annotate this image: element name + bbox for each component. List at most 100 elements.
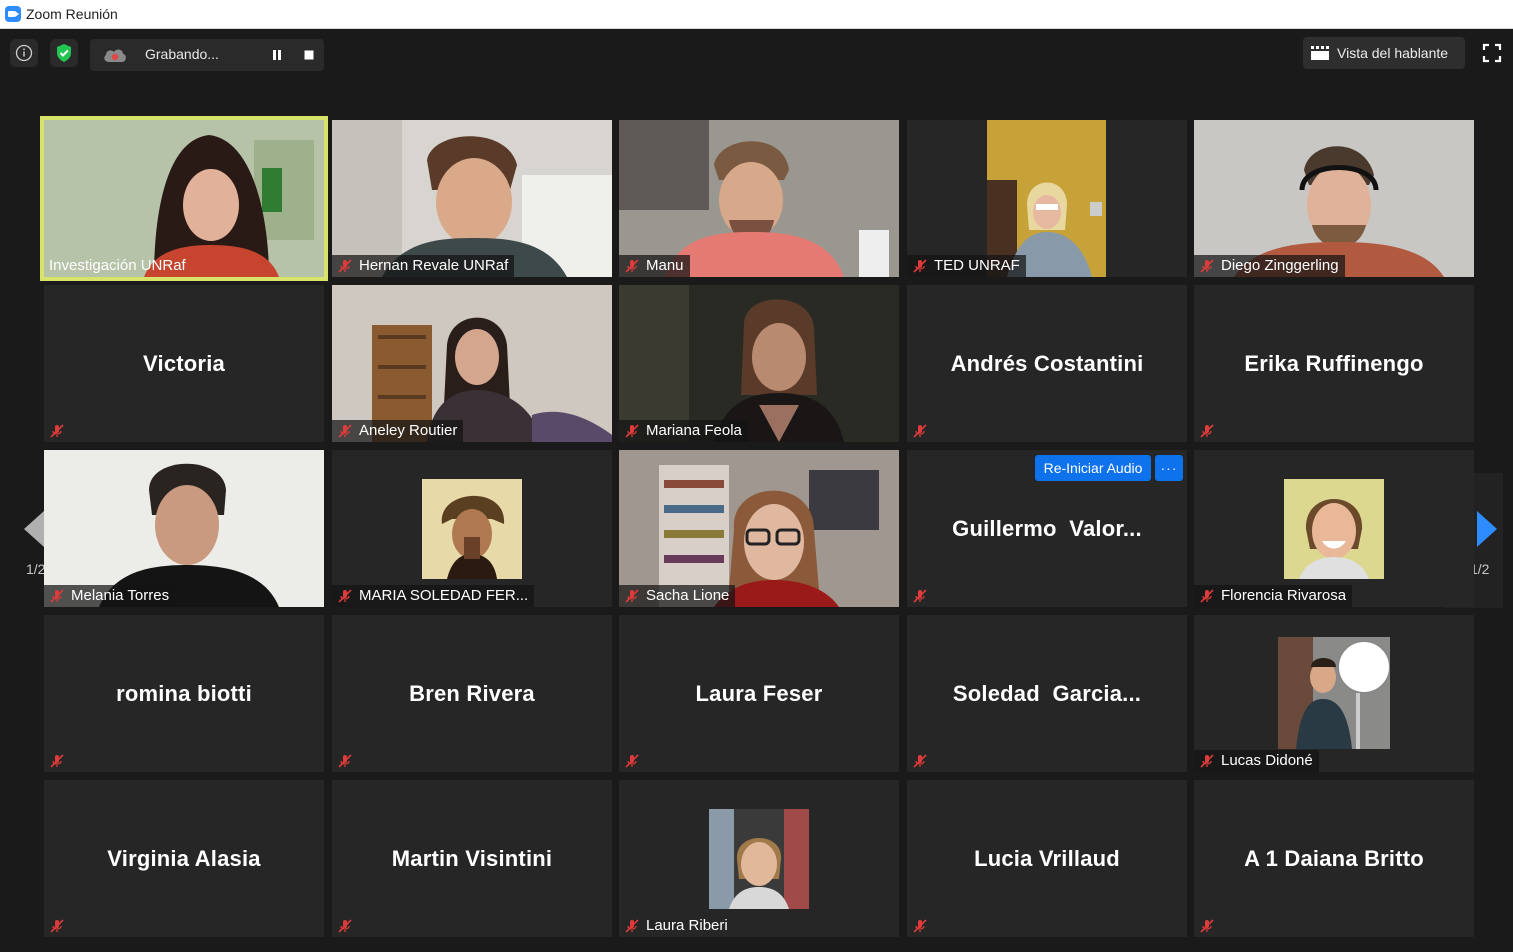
participant-video: [619, 450, 899, 607]
participant-video: [44, 450, 324, 607]
recording-indicator: Grabando...: [90, 39, 324, 71]
participant-name-tag: TED UNRAF: [907, 255, 1026, 277]
speaker-view-button[interactable]: Vista del hablante: [1303, 37, 1465, 69]
participant-display-name: Guillermo Valor...: [952, 515, 1142, 541]
participant-name-tag: Sacha Lione: [619, 585, 736, 607]
participant-name-tag: [332, 750, 365, 772]
participant-name-tag: [332, 915, 365, 937]
participant-tile[interactable]: Sacha Lione: [619, 450, 899, 607]
participant-tile[interactable]: Manu: [619, 120, 899, 277]
participant-display-name: Erika Ruffinengo: [1244, 350, 1424, 376]
participant-name-tag: Diego Zinggerling: [1194, 255, 1345, 277]
participant-name-tag: [44, 915, 77, 937]
pause-recording-button[interactable]: [266, 45, 288, 65]
participant-name: Manu: [646, 257, 684, 274]
participant-tile[interactable]: Re-Iniciar Audio ··· Guillermo Valor...: [907, 450, 1187, 607]
participant-video: [332, 120, 612, 277]
participant-video: [619, 120, 899, 277]
mic-muted-icon: [625, 424, 639, 438]
participant-name-tag: Florencia Rivarosa: [1194, 585, 1353, 607]
participant-display-name: Andrés Costantini: [950, 350, 1144, 376]
stop-recording-button[interactable]: [298, 45, 320, 65]
speaker-view-icon: [1311, 46, 1329, 60]
participant-name: Diego Zinggerling: [1221, 257, 1339, 274]
participant-tile[interactable]: Lucia Vrillaud: [907, 780, 1187, 937]
participant-tile[interactable]: Hernan Revale UNRaf: [332, 120, 612, 277]
mic-muted-icon: [625, 259, 639, 273]
participant-display-name: Laura Feser: [695, 680, 823, 706]
participant-name-tag: Mariana Feola: [619, 420, 748, 442]
recording-label: Grabando...: [145, 46, 219, 62]
participant-tile[interactable]: Laura Riberi: [619, 780, 899, 937]
mic-muted-icon: [913, 259, 927, 273]
stop-icon: [304, 50, 314, 60]
mic-muted-icon: [913, 424, 927, 438]
participant-name-tag: Investigación UNRaf: [44, 255, 192, 277]
participant-tile[interactable]: Andrés Costantini: [907, 285, 1187, 442]
meeting-top-bar: Grabando... Vista del hablante: [0, 29, 1513, 81]
participant-name-tag: [907, 915, 940, 937]
mic-muted-icon: [1200, 754, 1214, 768]
participant-name-tag: [907, 750, 940, 772]
window-title: Zoom Reunión: [26, 6, 118, 22]
meeting-info-button[interactable]: [10, 39, 38, 67]
participant-tile[interactable]: A 1 Daiana Britto: [1194, 780, 1474, 937]
participant-name: Sacha Lione: [646, 587, 730, 604]
participant-tile[interactable]: TED UNRAF: [907, 120, 1187, 277]
participant-name: Aneley Routier: [359, 422, 458, 439]
shield-check-icon: [57, 44, 71, 62]
mic-muted-icon: [625, 754, 639, 768]
mic-muted-icon: [338, 424, 352, 438]
participant-display-name: Lucia Vrillaud: [974, 845, 1120, 871]
participant-name-tag: [907, 585, 940, 607]
participant-tile[interactable]: Erika Ruffinengo: [1194, 285, 1474, 442]
participant-tile[interactable]: Mariana Feola: [619, 285, 899, 442]
participant-name-tag: [1194, 915, 1227, 937]
mic-muted-icon: [1200, 424, 1214, 438]
page-indicator-left: 1/2: [26, 561, 46, 577]
participant-tile[interactable]: Martin Visintini: [332, 780, 612, 937]
participant-tile[interactable]: Aneley Routier: [332, 285, 612, 442]
mic-muted-icon: [913, 589, 927, 603]
participant-tile[interactable]: MARIA SOLEDAD FER...: [332, 450, 612, 607]
participant-tile[interactable]: Soledad Garcia...: [907, 615, 1187, 772]
participant-tile[interactable]: Lucas Didoné: [1194, 615, 1474, 772]
participant-name: Florencia Rivarosa: [1221, 587, 1347, 604]
encryption-button[interactable]: [50, 39, 78, 67]
profile-picture: [422, 479, 522, 579]
profile-picture: [1284, 479, 1384, 579]
participant-name-tag: Lucas Didoné: [1194, 750, 1319, 772]
participant-gallery: Investigación UNRaf Hernan Revale UNRaf: [0, 0, 1513, 952]
info-icon: [15, 44, 33, 62]
participant-tile[interactable]: romina biotti: [44, 615, 324, 772]
fullscreen-button[interactable]: [1480, 41, 1504, 65]
chevron-right-icon: [1477, 511, 1497, 547]
mic-muted-icon: [913, 754, 927, 768]
participant-tile[interactable]: Melania Torres: [44, 450, 324, 607]
participant-tile[interactable]: Laura Feser: [619, 615, 899, 772]
participant-display-name: Victoria: [143, 350, 225, 376]
participant-name-tag: Laura Riberi: [619, 915, 734, 937]
participant-display-name: Martin Visintini: [391, 845, 553, 871]
participant-name-tag: Manu: [619, 255, 690, 277]
mic-muted-icon: [338, 259, 352, 273]
participant-name-tag: [619, 750, 652, 772]
participant-name-tag: Aneley Routier: [332, 420, 464, 442]
participant-tile[interactable]: Virginia Alasia: [44, 780, 324, 937]
mic-muted-icon: [625, 919, 639, 933]
participant-video: [619, 285, 899, 442]
participant-tile[interactable]: Investigación UNRaf: [40, 116, 328, 281]
participant-name-tag: Melania Torres: [44, 585, 176, 607]
participant-name: Melania Torres: [71, 587, 170, 604]
participant-video: [987, 120, 1106, 277]
mic-muted-icon: [913, 919, 927, 933]
participant-name-tag: [44, 420, 77, 442]
participant-name: Hernan Revale UNRaf: [359, 257, 509, 274]
participant-tile[interactable]: Victoria: [44, 285, 324, 442]
participant-name-tag: [1194, 420, 1227, 442]
participant-tile[interactable]: Florencia Rivarosa: [1194, 450, 1474, 607]
participant-tile[interactable]: Bren Rivera: [332, 615, 612, 772]
participant-tile[interactable]: Diego Zinggerling: [1194, 120, 1474, 277]
participant-name: TED UNRAF: [934, 257, 1020, 274]
participant-name: Mariana Feola: [646, 422, 742, 439]
